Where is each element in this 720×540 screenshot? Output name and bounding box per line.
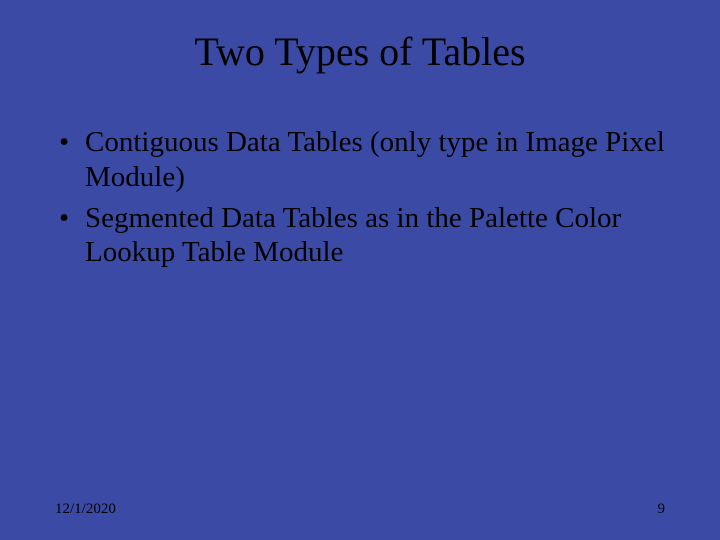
bullet-list: Contiguous Data Tables (only type in Ima…: [0, 125, 720, 270]
bullet-item: Segmented Data Tables as in the Palette …: [55, 201, 665, 271]
footer-page-number: 9: [658, 501, 666, 518]
bullet-item: Contiguous Data Tables (only type in Ima…: [55, 125, 665, 195]
slide-footer: 12/1/2020 9: [0, 501, 720, 518]
slide-title: Two Types of Tables: [0, 0, 720, 125]
footer-date: 12/1/2020: [55, 501, 116, 518]
